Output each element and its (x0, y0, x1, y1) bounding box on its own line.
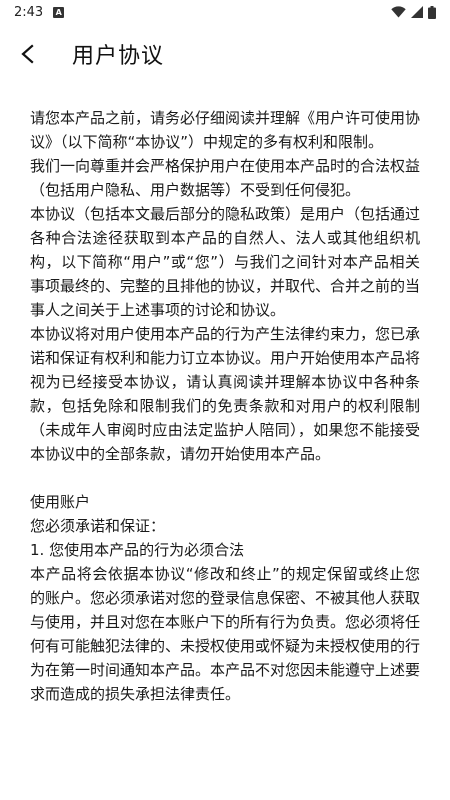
wifi-icon (391, 6, 406, 18)
battery-icon (428, 5, 436, 19)
item-title: 1. 您使用本产品的行为必须合法 (30, 541, 245, 559)
app-bar: 用户协议 (0, 26, 450, 82)
agreement-paragraph: 本协议（包括本文最后部分的隐私政策）是用户（包括通过各种合法途径获取到本产品的自… (30, 205, 421, 319)
status-bar: 2:43 A (0, 0, 450, 24)
item-body: 本产品将会依据本协议“修改和终止”的规定保留或终止您的账户。您必须承诺对您的登录… (30, 565, 421, 703)
section-title: 使用账户 (30, 493, 91, 511)
agreement-paragraph: 请您本产品之前，请务必仔细阅读并理解《用户许可使用协议》（以下简称“本协议”）中… (30, 109, 421, 151)
signal-icon (411, 6, 423, 18)
section-intro: 您必须承诺和保证： (30, 517, 166, 535)
agreement-content[interactable]: 请您本产品之前，请务必仔细阅读并理解《用户许可使用协议》（以下简称“本协议”）中… (0, 106, 450, 706)
back-button[interactable] (0, 26, 56, 82)
a-badge-icon: A (53, 6, 65, 18)
back-arrow-icon (21, 44, 34, 64)
status-right (391, 5, 436, 19)
agreement-paragraph: 我们一向尊重并会严格保护用户在使用本产品时的合法权益（包括用户隐私、用户数据等）… (30, 157, 421, 199)
status-time: 2:43 (14, 4, 44, 20)
agreement-paragraph: 本协议将对用户使用本产品的行为产生法律约束力，您已承诺和保证有权利和能力订立本协… (30, 325, 421, 463)
page-title: 用户协议 (72, 44, 165, 69)
status-left: 2:43 A (14, 4, 65, 20)
